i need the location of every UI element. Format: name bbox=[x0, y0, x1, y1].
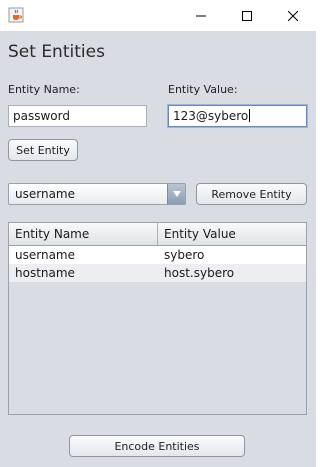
table-cell-name: username bbox=[15, 248, 75, 262]
remove-entity-button[interactable]: Remove Entity bbox=[196, 183, 307, 205]
table-cell-name: hostname bbox=[15, 266, 75, 280]
entity-name-label: Entity Name: bbox=[8, 83, 80, 96]
entity-value-label: Entity Value: bbox=[168, 83, 238, 96]
text-caret bbox=[249, 109, 251, 122]
table-cell-value: host.sybero bbox=[164, 266, 235, 280]
maximize-button[interactable] bbox=[224, 0, 270, 31]
column-header-entity-value[interactable]: Entity Value bbox=[158, 223, 306, 245]
close-icon bbox=[287, 6, 299, 25]
encode-entities-button[interactable]: Encode Entities bbox=[69, 435, 245, 457]
table-row[interactable]: username sybero bbox=[9, 246, 306, 264]
minimize-button[interactable] bbox=[178, 0, 224, 31]
entity-value-input[interactable]: 123@sybero bbox=[168, 105, 307, 127]
table-header: Entity Name Entity Value bbox=[9, 223, 306, 246]
entity-name-input[interactable]: password bbox=[8, 105, 147, 127]
entity-value-text: 123@sybero bbox=[173, 109, 249, 123]
entity-select[interactable]: username bbox=[8, 183, 186, 205]
app-window: Set Entities Entity Name: Entity Value: … bbox=[0, 0, 316, 467]
entity-name-text: password bbox=[13, 109, 70, 123]
set-entity-button[interactable]: Set Entity bbox=[8, 139, 78, 161]
minimize-icon bbox=[196, 6, 206, 25]
title-bar[interactable] bbox=[0, 0, 316, 31]
maximize-icon bbox=[242, 6, 252, 25]
table-row[interactable]: hostname host.sybero bbox=[9, 264, 306, 282]
java-cup-icon bbox=[8, 7, 24, 23]
entity-table: Entity Name Entity Value username sybero… bbox=[8, 222, 307, 415]
table-cell-value: sybero bbox=[164, 248, 205, 262]
close-button[interactable] bbox=[270, 0, 316, 31]
column-header-entity-name[interactable]: Entity Name bbox=[9, 223, 158, 245]
page-title: Set Entities bbox=[8, 42, 105, 62]
chevron-down-icon[interactable] bbox=[167, 184, 185, 204]
entity-select-value: username bbox=[15, 187, 75, 201]
